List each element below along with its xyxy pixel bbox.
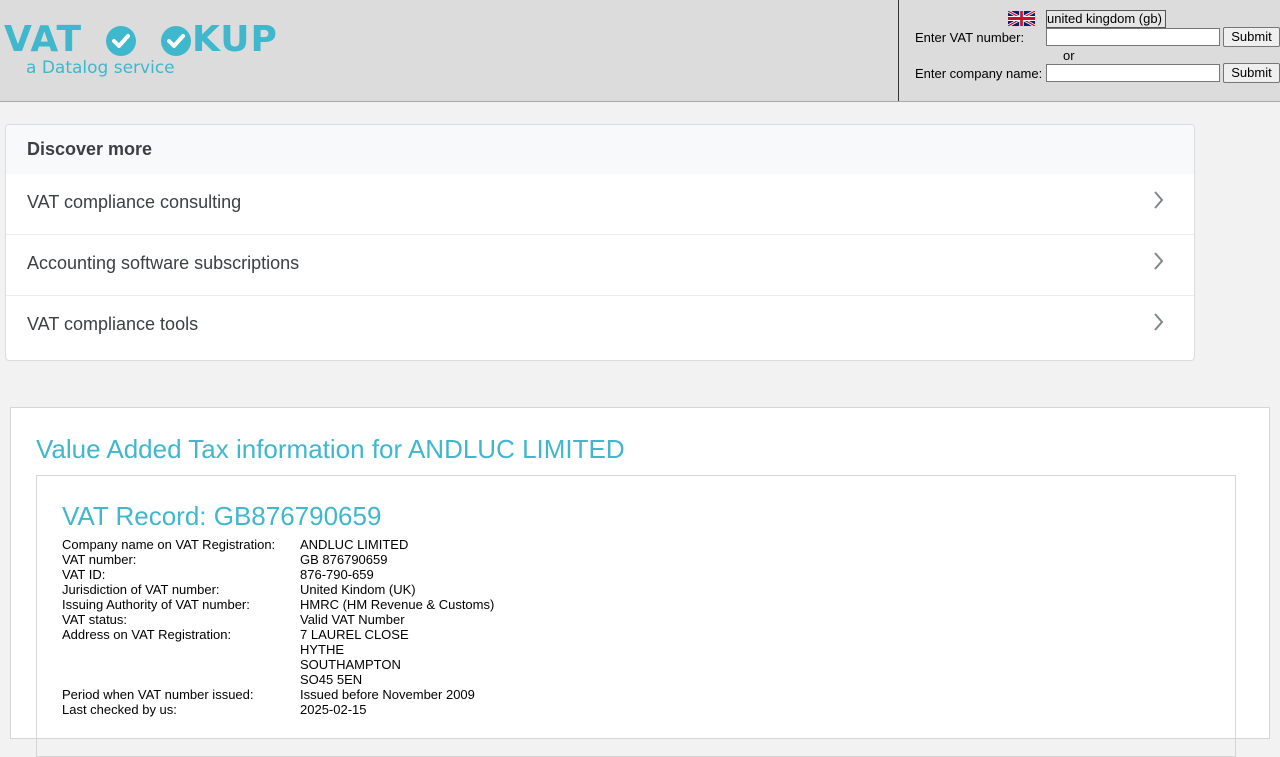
check-circle-icon bbox=[106, 26, 136, 56]
uk-flag-icon bbox=[1008, 11, 1035, 26]
field-label-vat-status: VAT status: bbox=[62, 612, 128, 627]
vat-record-title: VAT Record: GB876790659 bbox=[62, 501, 382, 531]
vat-submit-button[interactable]: Submit bbox=[1223, 27, 1280, 47]
field-value-address-line-4: SO45 5EN bbox=[300, 672, 363, 687]
field-value-address-line-3: SOUTHAMPTON bbox=[300, 657, 401, 672]
company-submit-button[interactable]: Submit bbox=[1223, 63, 1280, 83]
vat-info-panel: Value Added Tax information for ANDLUC L… bbox=[10, 407, 1270, 757]
field-label-vat-id: VAT ID: bbox=[62, 567, 106, 582]
site-header: VAT KUP a Datalog service united kingdom… bbox=[0, 0, 1280, 102]
or-separator: or bbox=[1063, 48, 1075, 63]
field-value-vat-id: 876-790-659 bbox=[300, 567, 374, 582]
discover-item-vat-compliance-consulting[interactable]: VAT compliance consulting bbox=[6, 174, 1194, 234]
vat-number-input[interactable] bbox=[1046, 28, 1220, 46]
check-circle-icon bbox=[161, 26, 191, 56]
field-label-last-checked: Last checked by us: bbox=[62, 702, 177, 717]
field-value-vat-number: GB 876790659 bbox=[300, 552, 388, 567]
vat-record-card: VAT Record: GB876790659 Company name on … bbox=[36, 475, 1236, 757]
field-value-jurisdiction: United Kindom (UK) bbox=[300, 582, 416, 597]
field-value-issuing-authority: HMRC (HM Revenue & Customs) bbox=[300, 597, 495, 612]
field-label-period-issued: Period when VAT number issued: bbox=[62, 687, 254, 702]
country-select[interactable]: united kingdom (gb) bbox=[1046, 10, 1166, 28]
discover-more-panel: Discover more VAT compliance consulting … bbox=[5, 124, 1195, 361]
header-divider bbox=[898, 0, 899, 101]
chevron-right-icon bbox=[1154, 191, 1164, 209]
vat-number-label: Enter VAT number: bbox=[915, 30, 1025, 45]
page-title: Value Added Tax information for ANDLUC L… bbox=[36, 434, 625, 464]
field-label-address: Address on VAT Registration: bbox=[62, 627, 232, 642]
field-value-address-line-2: HYTHE bbox=[300, 642, 345, 657]
field-label-company-name: Company name on VAT Registration: bbox=[62, 537, 276, 552]
field-label-vat-number: VAT number: bbox=[62, 552, 137, 567]
discover-item-vat-compliance-tools[interactable]: VAT compliance tools bbox=[6, 295, 1194, 356]
site-logo[interactable]: VAT KUP a Datalog service bbox=[4, 19, 277, 80]
discover-item-label: VAT compliance tools bbox=[27, 314, 199, 334]
company-name-label: Enter company name: bbox=[915, 66, 1043, 81]
discover-item-accounting-software-subscriptions[interactable]: Accounting software subscriptions bbox=[6, 234, 1194, 295]
chevron-right-icon bbox=[1154, 313, 1164, 331]
company-name-input[interactable] bbox=[1046, 64, 1220, 82]
logo-word-kup: KUP bbox=[192, 19, 278, 60]
field-value-address-line-1: 7 LAUREL CLOSE bbox=[300, 627, 409, 642]
field-value-vat-status: Valid VAT Number bbox=[300, 612, 405, 627]
discover-item-label: VAT compliance consulting bbox=[27, 192, 242, 212]
field-label-issuing-authority: Issuing Authority of VAT number: bbox=[62, 597, 250, 612]
chevron-right-icon bbox=[1154, 252, 1164, 270]
discover-more-header: Discover more bbox=[6, 125, 1194, 174]
discover-item-label: Accounting software subscriptions bbox=[27, 253, 300, 273]
field-value-last-checked: 2025-02-15 bbox=[300, 702, 367, 717]
logo-word-vat: VAT bbox=[4, 19, 83, 60]
field-label-jurisdiction: Jurisdiction of VAT number: bbox=[62, 582, 220, 597]
discover-more-title: Discover more bbox=[27, 139, 153, 159]
logo-tagline: a Datalog service bbox=[26, 58, 175, 78]
field-value-period-issued: Issued before November 2009 bbox=[300, 687, 475, 702]
field-value-company-name: ANDLUC LIMITED bbox=[300, 537, 409, 552]
